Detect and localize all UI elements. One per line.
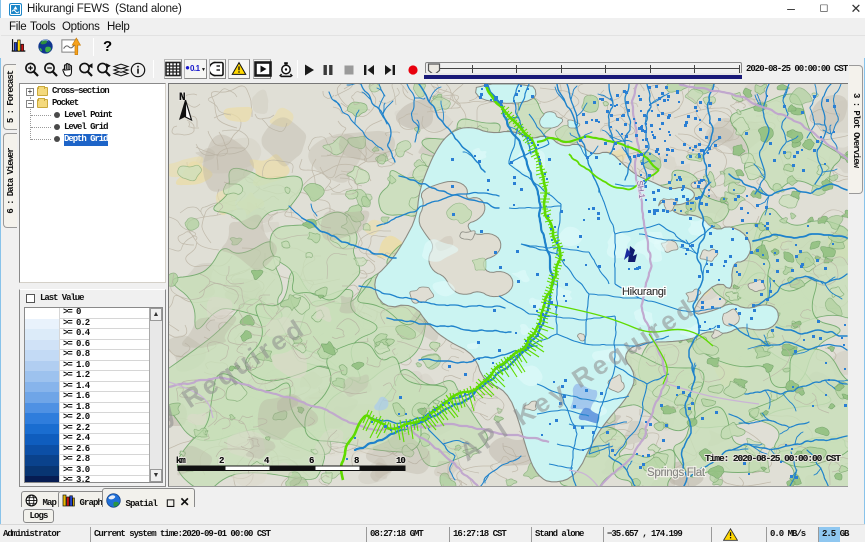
svg-text:Springs Flat: Springs Flat [647,467,706,479]
svg-text:Hikurangi: Hikurangi [622,286,666,298]
svg-text:N: N [179,92,185,104]
svg-text:Time: 2020-08-25 00:00:00 CST: Time: 2020-08-25 00:00:00 CST [705,453,841,464]
svg-text:8: 8 [354,456,359,466]
svg-text:10: 10 [396,456,405,466]
svg-text:2: 2 [219,456,224,466]
svg-text:6: 6 [309,456,314,466]
